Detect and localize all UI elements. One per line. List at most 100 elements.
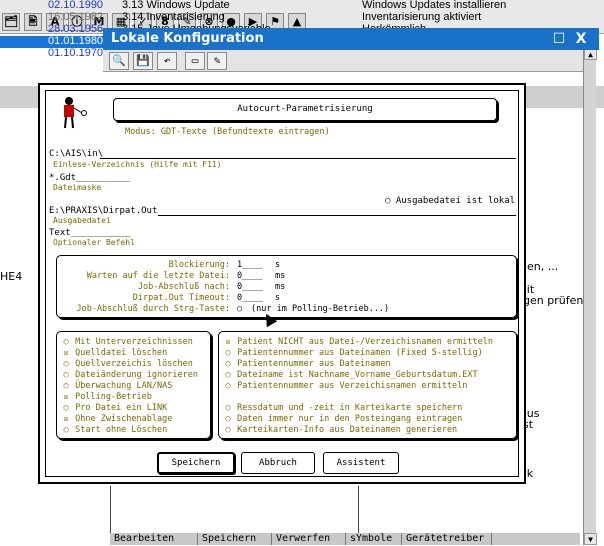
assistant-button-label: Assistent [336, 458, 386, 468]
option-label: Daten immer nur in den Posteingang eintr… [237, 414, 463, 424]
option-item[interactable]: ○ Patientennummer aus Dateinamen [224, 359, 390, 370]
option-item[interactable]: ☒ Quelldatei löschen [62, 348, 167, 359]
option-label: Karteikarten-Info aus Dateinamen generie… [237, 425, 458, 435]
option-item[interactable]: ○ Daten immer nur in den Posteingang ein… [224, 414, 462, 425]
option-item[interactable]: ○ Pro Datei ein LINK [62, 403, 167, 414]
output-local-radio[interactable]: ○ Ausgabedatei ist lokal [385, 196, 515, 206]
fkey-symbole[interactable]: sYmbole [346, 533, 402, 545]
radio-icon[interactable]: ○ [224, 403, 232, 414]
timing-value-field[interactable]: 0____ [237, 271, 263, 282]
option-item[interactable]: ○ Patientennummer aus Dateinamen (Fixed … [224, 348, 483, 359]
timing-unit: s [275, 293, 281, 303]
timing-value-field[interactable]: ○ [237, 304, 242, 315]
close-icon[interactable]: X [573, 28, 589, 50]
option-item[interactable]: ○ Patientennummer aus Verzeichisnamen er… [224, 381, 467, 392]
row-name: 3.13 Windows Update [122, 0, 230, 11]
save-button-label: Speichern [171, 458, 221, 468]
option-item[interactable]: ○ Überwachung LAN/NAS [62, 381, 172, 392]
radio-icon[interactable]: ○ [224, 414, 232, 425]
fkey-speichern[interactable]: Speichern [198, 533, 272, 545]
mode-text: Modus: GDT-Texte (Befundtexte eintragen) [125, 127, 330, 137]
save-icon[interactable]: 💾 [133, 52, 153, 70]
timing-unit: ms [275, 282, 286, 292]
timing-value-field[interactable]: 0____ [237, 282, 263, 293]
timing-label: Warten auf die letzte Datei: [86, 271, 230, 281]
timing-label: Dirpat.Out Timeout: [132, 293, 230, 303]
option-label: Ohne Zwischenablage [75, 414, 173, 424]
window-scrollbar[interactable]: ▲ ▼ [583, 48, 597, 545]
option-label: Mit Unterverzeichnissen [75, 337, 193, 347]
timing-unit: ms [275, 271, 286, 281]
import-dir-field[interactable]: C:\AIS\in\ [49, 149, 103, 159]
dialog-title: Autocurt-Parametrisierung [113, 98, 497, 121]
option-label: Start ohne Löschen [75, 425, 168, 435]
left-code-text: HE4 [0, 270, 23, 283]
background-text: igen prüfen [520, 294, 584, 307]
radio-icon[interactable]: ○ [62, 425, 70, 436]
radio-icon[interactable]: ○ [62, 337, 70, 348]
cancel-button-label: Abbruch [259, 458, 297, 468]
row-date: 01.10.1970 [48, 47, 104, 59]
timing-group: Blockierung: 1____s Warten auf die letzte … [56, 255, 517, 318]
option-label: Patientennummer aus Dateinamen (Fixed 5-… [237, 348, 483, 358]
checked-icon[interactable]: ☒ [62, 414, 70, 425]
search-icon[interactable]: 🔍 [109, 52, 129, 70]
option-item[interactable]: ☒ Polling-Betrieb [62, 392, 152, 403]
radio-icon[interactable]: ○ [62, 381, 70, 392]
option-item[interactable]: ☒ Ohne Zwischenablage [62, 414, 172, 425]
window-toolbar: 🔍 💾 ↶ ▭ ✎ [103, 50, 583, 72]
monitor-icon[interactable]: ▭ [185, 52, 205, 70]
option-item[interactable]: ○ Ressdatum und -zeit in Karteikarte spe… [224, 403, 462, 414]
radio-icon[interactable]: ○ [62, 359, 70, 370]
radio-icon[interactable]: ○ [224, 348, 232, 359]
option-item[interactable]: ☒ Patient NICHT aus Datei-/Verzeichisnam… [224, 337, 493, 348]
assistant-button[interactable]: Assistent [323, 452, 399, 474]
timing-value-field[interactable]: 0____ [237, 293, 263, 304]
fkey-gerätetreiber[interactable]: Gerätetreiber [402, 533, 492, 545]
option-label: Ressdatum und -zeit in Karteikarte speic… [237, 403, 463, 413]
fkey-bearbeiten[interactable]: Bearbeiten [110, 533, 198, 545]
tools-icon[interactable]: ✎ [207, 52, 227, 70]
window-titlebar[interactable]: Lokale Konfiguration ☐ X [103, 28, 599, 50]
maximize-icon[interactable]: ☐ [551, 28, 567, 50]
option-item[interactable]: ○ Dateiname ist Nachname_Vorname_Geburts… [224, 370, 478, 381]
option-item[interactable]: ○ Dateiänderung ignorieren [62, 370, 198, 381]
timing-value-field[interactable]: 1____ [237, 260, 263, 271]
output-file-label: Ausgabedatei [53, 216, 111, 225]
option-label: Dateiname ist Nachname_Vorname_Geburtsda… [237, 370, 478, 380]
file-mask-label: Dateimaske [53, 183, 102, 192]
option-item[interactable]: ○ Mit Unterverzeichnissen [62, 337, 193, 348]
timing-label: Blockierung: [168, 260, 230, 270]
checked-icon[interactable]: ☒ [62, 348, 70, 359]
save-button[interactable]: Speichern [157, 452, 235, 474]
radio-icon[interactable]: ○ [224, 381, 232, 392]
option-label: Polling-Betrieb [75, 392, 152, 402]
row-description: Inventarisierung aktiviert [362, 11, 482, 23]
person-icon [64, 97, 87, 129]
radio-icon[interactable]: ○ [62, 370, 70, 381]
row-description: Windows Updates installieren [362, 0, 507, 11]
table-divider [358, 486, 359, 534]
cancel-button[interactable]: Abbruch [241, 452, 315, 474]
scroll-down-icon[interactable]: ▼ [584, 533, 597, 545]
option-item[interactable]: ○ Karteikarten-Info aus Dateinamen gener… [224, 425, 457, 436]
output-file-field[interactable]: E:\PRAXIS\Dirpat.Out [49, 206, 157, 216]
autocurt-dialog: Autocurt-Parametrisierung Modus: GDT-Tex… [38, 83, 526, 484]
radio-icon[interactable]: ○ [224, 425, 232, 436]
undo-icon[interactable]: ↶ [157, 52, 177, 70]
fkey-verwerfen[interactable]: Verwerfen [272, 533, 346, 545]
field-underline [158, 215, 516, 216]
radio-icon[interactable]: ○ [224, 359, 232, 370]
optional-cmd-label: Optionaler Befehl [53, 238, 135, 247]
option-label: Patient NICHT aus Datei-/Verzeichisnamen… [237, 337, 493, 347]
radio-icon[interactable]: ○ [224, 370, 232, 381]
file-mask-field[interactable]: *.Gdt__________ [49, 173, 130, 183]
checked-icon[interactable]: ☒ [62, 392, 70, 403]
radio-icon[interactable]: ○ [62, 403, 70, 414]
option-item[interactable]: ○ Quellverzeichis löschen [62, 359, 192, 370]
import-dir-label: Einlese-Verzeichnis (Hilfe mit F11) [53, 160, 222, 169]
checked-icon[interactable]: ☒ [224, 337, 232, 348]
optional-cmd-field[interactable]: Text___________ [49, 228, 130, 238]
option-item[interactable]: ○ Start ohne Löschen [62, 425, 167, 436]
patient-options-group: ☒ Patient NICHT aus Datei-/Verzeichisnam… [218, 331, 517, 439]
